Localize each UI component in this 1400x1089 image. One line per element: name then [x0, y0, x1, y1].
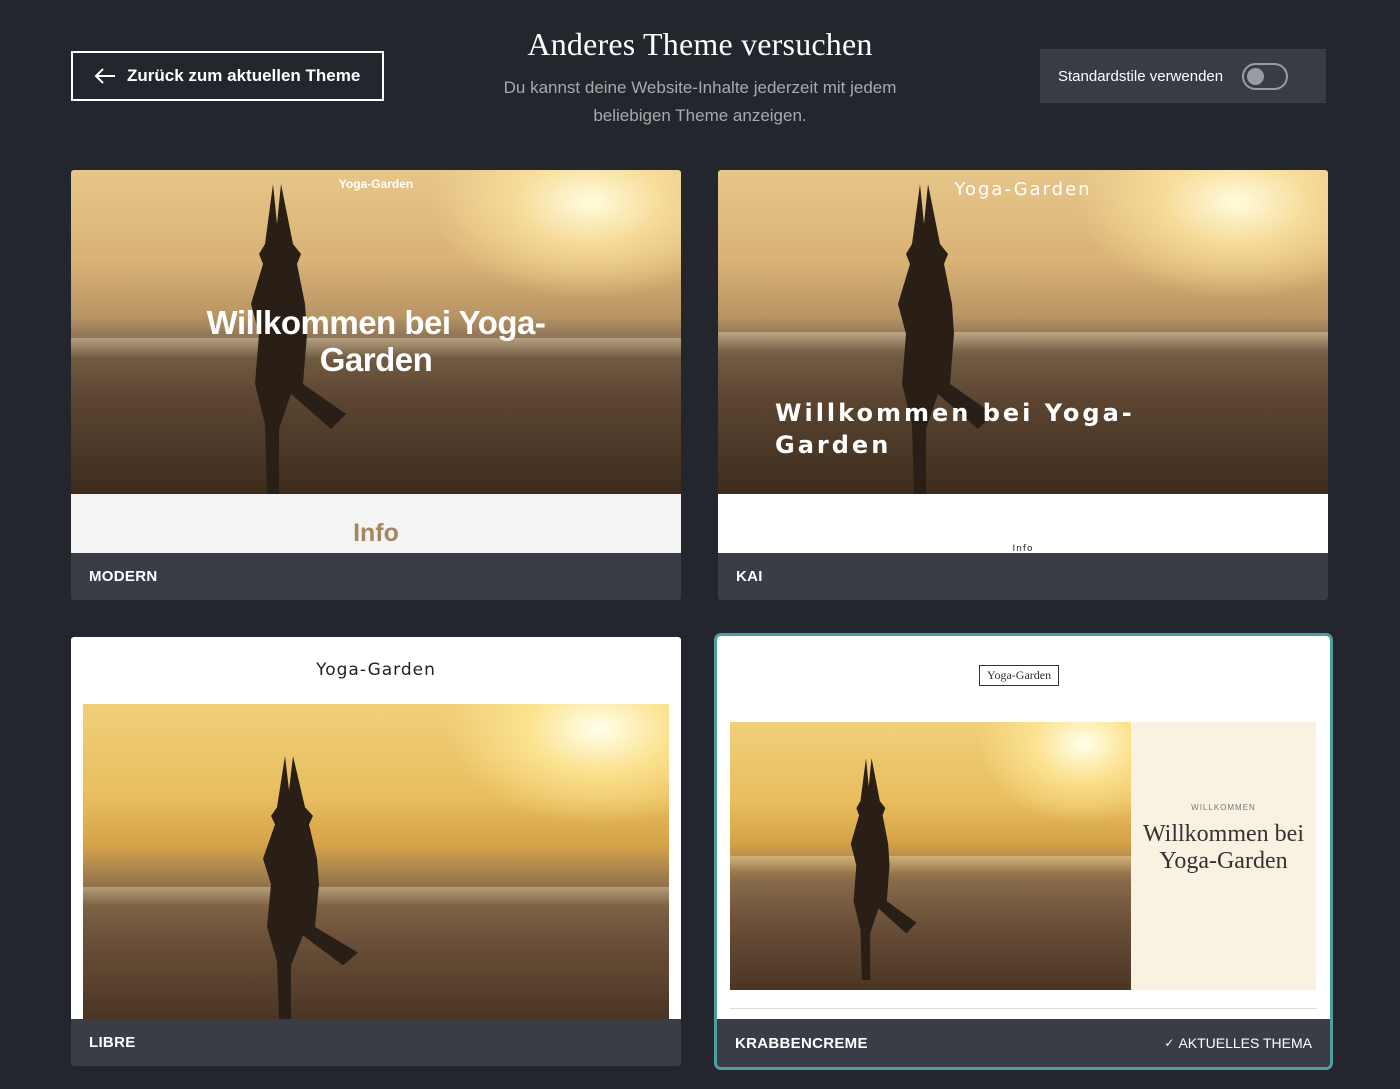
site-title: Yoga-Garden — [979, 665, 1060, 686]
theme-preview: Yoga-Garden Willkommen bei Yoga-Garden I… — [718, 170, 1328, 553]
hero-heading: Willkommen bei Yoga-Garden — [775, 399, 1135, 459]
info-heading: Info — [1012, 544, 1034, 553]
theme-card-footer: MODERN — [71, 553, 681, 600]
site-title: Yoga-Garden — [954, 179, 1092, 200]
site-title: Yoga-Garden — [316, 660, 436, 680]
toggle-knob — [1247, 67, 1265, 85]
theme-name: KAI — [736, 568, 763, 585]
check-icon: ✓ — [1164, 1036, 1175, 1050]
info-section: Info — [71, 494, 681, 553]
hero-photo — [83, 704, 669, 1019]
page-subtitle: Du kannst deine Website-Inhalte jederzei… — [503, 78, 897, 125]
hero-photo — [730, 722, 1131, 990]
theme-card-footer: KAI — [718, 553, 1328, 600]
info-heading: Info — [353, 519, 399, 547]
hero-heading: Willkommen bei Yoga-Garden — [1142, 821, 1304, 874]
theme-card-krabbencreme[interactable]: Yoga-Garden WILLKOMMEN Willkommen bei Yo… — [714, 633, 1333, 1070]
theme-card-modern[interactable]: Yoga-Garden Willkommen bei Yoga-Garden I… — [71, 170, 681, 600]
info-section: Info — [718, 494, 1328, 553]
site-title: Yoga-Garden — [338, 177, 414, 191]
arrow-left-icon — [93, 67, 117, 85]
yoga-figure-image — [850, 758, 917, 980]
theme-card-kai[interactable]: Yoga-Garden Willkommen bei Yoga-Garden I… — [718, 170, 1328, 600]
theme-card-footer: KRABBENCREME ✓ AKTUELLES THEMA — [717, 1019, 1330, 1067]
divider — [730, 1008, 1317, 1009]
theme-name: KRABBENCREME — [735, 1034, 868, 1052]
back-button-label: Zurück zum aktuellen Theme — [127, 66, 361, 85]
default-styles-toggle[interactable] — [1242, 62, 1289, 90]
current-theme-badge: ✓ AKTUELLES THEMA — [1164, 1035, 1312, 1051]
default-styles-toggle-box: Standardstile verwenden — [1040, 49, 1326, 103]
theme-card-footer: LIBRE — [71, 1019, 681, 1066]
default-styles-label: Standardstile verwenden — [1058, 67, 1224, 85]
theme-card-libre[interactable]: Yoga-Garden LIBRE — [71, 637, 681, 1066]
theme-preview: Yoga-Garden WILLKOMMEN Willkommen bei Yo… — [717, 636, 1330, 1020]
yoga-figure-image — [263, 756, 358, 1019]
theme-preview: Yoga-Garden — [71, 637, 681, 1019]
theme-name: LIBRE — [89, 1034, 136, 1051]
hero-heading: Willkommen bei Yoga-Garden — [206, 304, 546, 378]
welcome-panel: WILLKOMMEN Willkommen bei Yoga-Garden — [1131, 722, 1316, 990]
theme-preview: Yoga-Garden Willkommen bei Yoga-Garden I… — [71, 170, 681, 553]
theme-name: MODERN — [89, 568, 158, 585]
welcome-eyebrow: WILLKOMMEN — [1191, 803, 1256, 812]
current-theme-label: AKTUELLES THEMA — [1178, 1035, 1312, 1051]
